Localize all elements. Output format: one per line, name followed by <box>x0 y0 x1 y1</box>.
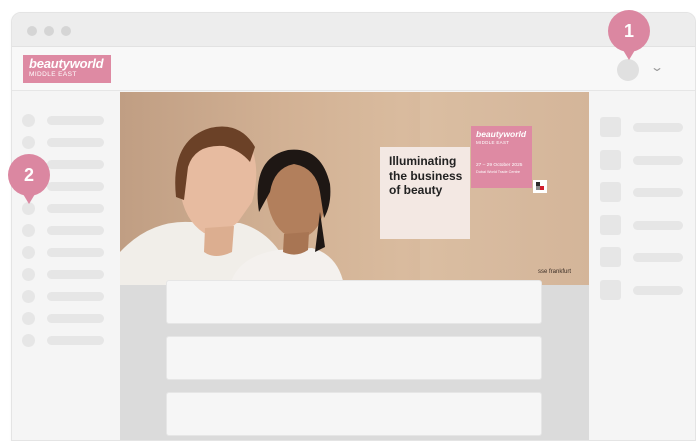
sidebar-item-placeholder[interactable] <box>22 136 107 149</box>
placeholder-bar <box>47 182 104 191</box>
placeholder-square-icon <box>600 182 621 202</box>
placeholder-bar <box>633 123 683 132</box>
placeholder-bar <box>47 314 104 323</box>
placeholder-circle-icon <box>22 114 35 127</box>
placeholder-square-icon <box>600 117 621 137</box>
placeholder-bar <box>47 138 104 147</box>
content-card-placeholder[interactable] <box>166 336 542 380</box>
hero-footer-text: sse frankfurt <box>538 269 572 275</box>
badge-venue: Dubai World Trade Centre <box>476 169 521 174</box>
placeholder-square-icon <box>600 280 621 300</box>
placeholder-circle-icon <box>22 136 35 149</box>
placeholder-circle-icon <box>22 268 35 281</box>
logo-subtitle: MIDDLE EAST <box>29 71 77 78</box>
hero-headline-line-2: the business <box>389 168 463 183</box>
sidebar-item-placeholder[interactable] <box>22 312 107 325</box>
left-sidebar <box>12 92 120 440</box>
window-close-dot-icon[interactable] <box>27 26 37 36</box>
badge-subtitle: MIDDLE EAST <box>476 139 510 145</box>
chevron-down-icon[interactable]: ⌄ <box>650 60 664 74</box>
messe-frankfurt-logo-icon <box>533 180 547 193</box>
placeholder-bar <box>47 204 104 213</box>
event-badge: beautyworld MIDDLE EAST 27 – 29 October … <box>471 126 532 188</box>
placeholder-bar <box>47 270 104 279</box>
browser-window: beautyworld MIDDLE EAST ⌄ Illuminating t… <box>11 12 696 441</box>
sidebar-item-placeholder[interactable] <box>22 334 107 347</box>
placeholder-bar <box>47 160 104 169</box>
placeholder-bar <box>633 221 683 230</box>
content-card-placeholder[interactable] <box>166 280 542 324</box>
placeholder-bar <box>633 253 683 262</box>
right-sidebar-item-placeholder[interactable] <box>600 182 690 202</box>
sidebar-item-placeholder[interactable] <box>22 114 107 127</box>
hero-banner[interactable]: Illuminating the business of beauty beau… <box>120 92 589 285</box>
placeholder-bar <box>47 292 104 301</box>
main-content: Illuminating the business of beauty beau… <box>120 92 589 440</box>
placeholder-square-icon <box>600 150 621 170</box>
logo-title: beautyworld <box>29 56 104 71</box>
right-sidebar-item-placeholder[interactable] <box>600 280 690 300</box>
placeholder-bar <box>633 286 683 295</box>
right-sidebar-item-placeholder[interactable] <box>600 247 690 267</box>
window-maximize-dot-icon[interactable] <box>61 26 71 36</box>
hero-headline-box: Illuminating the business of beauty <box>380 147 470 239</box>
window-minimize-dot-icon[interactable] <box>44 26 54 36</box>
content-card-placeholder[interactable] <box>166 392 542 436</box>
account-avatar-icon[interactable] <box>617 59 639 81</box>
placeholder-bar <box>633 188 683 197</box>
placeholder-bar <box>47 248 104 257</box>
hero-headline-line-3: of beauty <box>389 183 443 197</box>
beautyworld-logo[interactable]: beautyworld MIDDLE EAST <box>23 55 111 83</box>
placeholder-circle-icon <box>22 334 35 347</box>
placeholder-circle-icon <box>22 312 35 325</box>
app-header: beautyworld MIDDLE EAST ⌄ <box>12 47 695 91</box>
right-sidebar-item-placeholder[interactable] <box>600 150 690 170</box>
placeholder-circle-icon <box>22 290 35 303</box>
badge-title: beautyworld <box>476 129 527 139</box>
placeholder-square-icon <box>600 215 621 235</box>
sidebar-item-placeholder[interactable] <box>22 290 107 303</box>
right-sidebar-item-placeholder[interactable] <box>600 215 690 235</box>
placeholder-bar <box>47 116 104 125</box>
right-sidebar <box>589 92 695 440</box>
placeholder-circle-icon <box>22 246 35 259</box>
placeholder-bar <box>47 336 104 345</box>
badge-dates: 27 – 29 October 2025 <box>476 163 523 168</box>
sidebar-item-placeholder[interactable] <box>22 268 107 281</box>
step-callout-2: 2 <box>8 154 50 204</box>
hero-headline-line-1: Illuminating <box>389 154 457 168</box>
window-titlebar <box>12 13 695 47</box>
placeholder-circle-icon <box>22 224 35 237</box>
right-sidebar-item-placeholder[interactable] <box>600 117 690 137</box>
sidebar-item-placeholder[interactable] <box>22 224 107 237</box>
step-callout-1: 1 <box>608 10 650 60</box>
placeholder-bar <box>47 226 104 235</box>
placeholder-bar <box>633 156 683 165</box>
sidebar-item-placeholder[interactable] <box>22 246 107 259</box>
placeholder-square-icon <box>600 247 621 267</box>
